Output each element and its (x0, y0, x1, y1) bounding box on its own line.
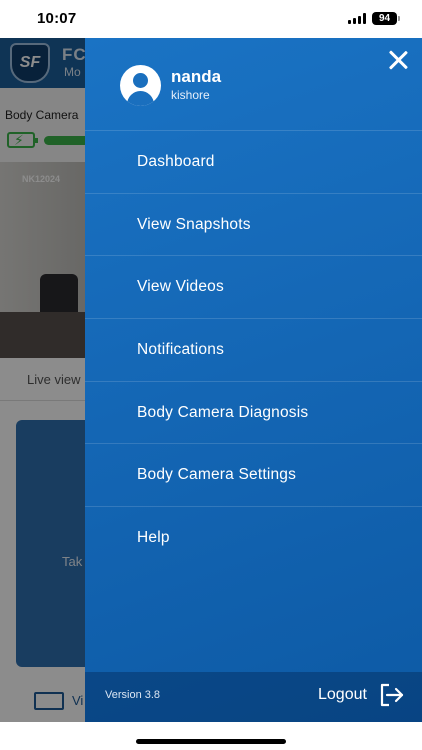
menu-item-dashboard[interactable]: Dashboard (85, 130, 422, 193)
menu-item-view-videos[interactable]: View Videos (85, 255, 422, 318)
user-subtitle: kishore (171, 88, 210, 102)
menu-item-help[interactable]: Help (85, 506, 422, 569)
avatar-head (133, 73, 148, 88)
user-name: nanda (171, 67, 222, 86)
navigation-drawer: nanda kishore Dashboard View Snapshots V… (85, 38, 422, 722)
avatar-body (127, 91, 154, 106)
menu-item-body-camera-settings[interactable]: Body Camera Settings (85, 443, 422, 506)
logout-icon[interactable] (379, 683, 405, 707)
user-avatar-icon (120, 65, 161, 106)
status-bar: 10:07 94 (0, 0, 422, 38)
drawer-footer: Version 3.8 Logout (85, 672, 422, 722)
cellular-signal-icon (348, 13, 366, 24)
close-icon[interactable] (388, 50, 408, 70)
menu-item-notifications[interactable]: Notifications (85, 318, 422, 381)
logout-button[interactable]: Logout (318, 686, 367, 704)
home-indicator[interactable] (136, 739, 286, 744)
battery-tip (398, 16, 400, 21)
home-bar-area (0, 722, 422, 750)
menu-item-body-camera-diagnosis[interactable]: Body Camera Diagnosis (85, 380, 422, 444)
status-time: 10:07 (37, 10, 77, 27)
drawer-menu: Dashboard View Snapshots View Videos Not… (85, 130, 422, 569)
app-version: Version 3.8 (105, 689, 161, 701)
menu-item-view-snapshots[interactable]: View Snapshots (85, 192, 422, 256)
battery-icon: 94 (372, 12, 397, 25)
